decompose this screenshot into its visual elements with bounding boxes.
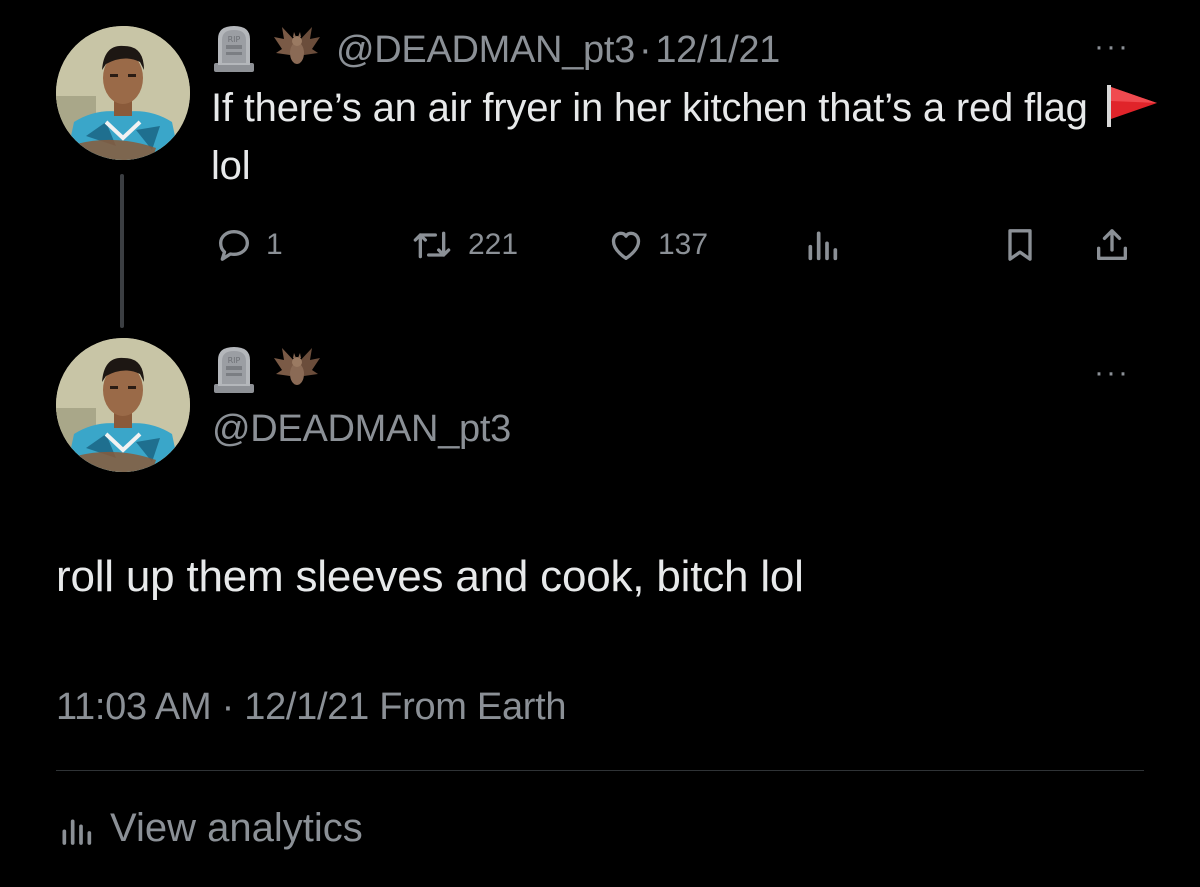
tweet-text-main: If there’s an air fryer in her kitchen t…	[211, 86, 1088, 130]
bat-emoji	[272, 23, 322, 78]
like-button[interactable]: 137	[606, 220, 708, 270]
tweet-text: roll up them sleeves and cook, bitch lol	[56, 552, 804, 601]
like-count: 137	[658, 228, 709, 261]
svg-text:RIP: RIP	[228, 35, 241, 44]
analytics-icon	[62, 819, 92, 845]
reply-count: 1	[266, 228, 283, 261]
views-button[interactable]	[802, 220, 842, 270]
bookmark-button[interactable]	[1000, 220, 1040, 270]
headstone-emoji: RIP	[212, 344, 256, 399]
bat-emoji	[272, 344, 322, 399]
tweet-metadata: 11:03 AM · 12/1/21 From Earth	[56, 686, 567, 729]
headstone-emoji: RIP	[212, 23, 256, 78]
view-analytics-link[interactable]: View analytics	[56, 800, 363, 856]
tweet-actions: 1 221 137	[210, 220, 1140, 270]
reply-button[interactable]: 1	[214, 220, 283, 270]
bookmark-icon	[1008, 229, 1032, 261]
divider	[56, 770, 1144, 771]
tweet-text-tail: lol	[211, 144, 251, 188]
red-flag-emoji	[1103, 83, 1163, 140]
display-name-emojis: RIP	[212, 346, 322, 396]
avatar[interactable]	[56, 26, 190, 160]
dot-separator: ·	[221, 686, 235, 728]
view-analytics-label: View analytics	[110, 805, 363, 850]
share-icon	[1097, 229, 1127, 260]
more-options-button[interactable]: ···	[1094, 30, 1130, 64]
retweet-count: 221	[468, 228, 519, 261]
retweet-button[interactable]: 221	[408, 220, 518, 270]
reply-icon	[219, 230, 249, 261]
svg-text:RIP: RIP	[228, 356, 241, 365]
author-handle[interactable]: @DEADMAN_pt3	[336, 29, 635, 71]
tweet-header: RIP @DEADMAN_pt3 · 12/1/21	[212, 22, 780, 78]
tweet-text: If there’s an air fryer in her kitchen t…	[211, 82, 1171, 192]
thread-connector-line	[120, 174, 124, 328]
share-button[interactable]	[1092, 220, 1132, 270]
tweet-date[interactable]: 12/1/21	[244, 686, 369, 728]
author-handle[interactable]: @DEADMAN_pt3	[212, 408, 511, 451]
tweet-source: From Earth	[379, 686, 567, 728]
like-icon	[611, 231, 641, 260]
tweet-date[interactable]: 12/1/21	[655, 29, 780, 71]
avatar[interactable]	[56, 338, 190, 472]
tweet-time[interactable]: 11:03 AM	[56, 686, 212, 728]
more-options-button[interactable]: ···	[1094, 356, 1130, 390]
dot-separator: ·	[638, 28, 652, 71]
retweet-icon	[413, 231, 451, 259]
views-icon	[808, 231, 838, 261]
